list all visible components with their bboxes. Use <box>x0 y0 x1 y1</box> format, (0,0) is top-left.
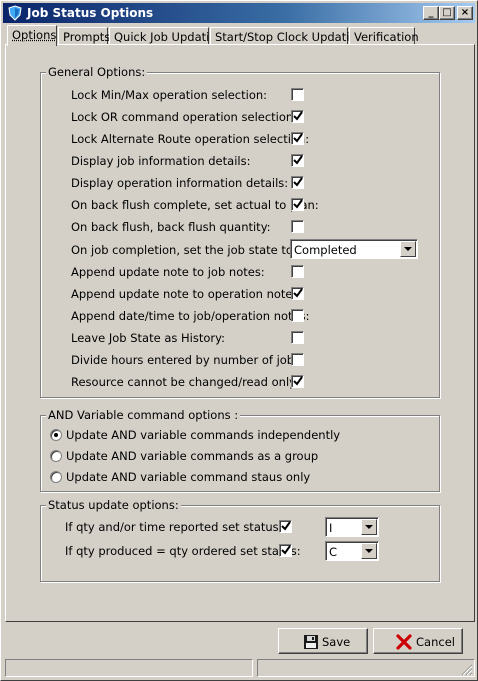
radio-label: Update AND variable commands independent… <box>66 428 341 442</box>
opt-label: Lock Alternate Route operation selection… <box>71 132 310 146</box>
general-options-group: General Options: Lock Min/Max operation … <box>40 65 440 398</box>
display-job-info-checkbox[interactable] <box>291 154 304 167</box>
checkmark-icon <box>293 133 303 143</box>
save-button[interactable]: Save <box>278 628 368 654</box>
checkmark-icon <box>293 155 303 165</box>
chevron-down-icon[interactable] <box>361 543 377 559</box>
opt-label: Leave Job State as History: <box>71 331 225 345</box>
status-row-label: If qty and/or time reported set status: <box>65 520 283 534</box>
radio-selected-dot <box>54 433 58 437</box>
produced-status-select[interactable]: C <box>325 541 379 561</box>
and-variable-legend: AND Variable command options : <box>46 408 241 422</box>
opt-label: On job completion, set the job state to: <box>71 243 297 257</box>
window-title: Job Status Options <box>27 6 154 20</box>
tab-quick-job-updating[interactable]: Quick Job Updating <box>109 27 224 45</box>
opt-label: On back flush, back flush quantity: <box>71 220 271 234</box>
lock-or-command-checkbox[interactable] <box>291 110 304 123</box>
append-note-operation-checkbox[interactable] <box>291 287 304 300</box>
status-bar-cell-right <box>257 659 475 677</box>
status-update-group: Status update options: If qty and/or tim… <box>40 498 440 582</box>
red-x-icon <box>396 634 412 650</box>
back-flush-actual-to-plan-checkbox[interactable] <box>291 198 304 211</box>
cancel-label: Cancel <box>416 635 455 649</box>
job-status-options-window: Job Status Options _ □ × Options Prompts… <box>0 0 478 681</box>
reported-status-value: I <box>329 521 333 535</box>
qty-produced-checkbox[interactable] <box>279 544 292 557</box>
tab-options[interactable]: Options <box>7 25 57 46</box>
resource-read-only-checkbox[interactable] <box>291 375 304 388</box>
checkmark-icon <box>293 288 303 298</box>
opt-label: Append date/time to job/operation notes: <box>71 309 310 323</box>
opt-label: Resource cannot be changed/read only: <box>71 375 299 389</box>
produced-status-value: C <box>329 545 338 559</box>
radio-as-group[interactable] <box>50 450 62 462</box>
job-state-select[interactable]: Completed <box>290 239 418 259</box>
chevron-down-icon[interactable] <box>361 519 377 535</box>
qty-time-reported-checkbox[interactable] <box>279 520 292 533</box>
tab-verification[interactable]: Verification <box>349 27 419 45</box>
lock-alternate-route-checkbox[interactable] <box>291 132 304 145</box>
opt-label: Append update note to operation notes: <box>71 287 303 301</box>
reported-status-select[interactable]: I <box>325 517 379 537</box>
options-tab-panel: General Options: Lock Min/Max operation … <box>5 44 475 622</box>
opt-label: Divide hours entered by number of jobs: <box>71 353 304 367</box>
minimize-button[interactable]: _ <box>423 6 439 20</box>
opt-label: Lock Min/Max operation selection: <box>71 88 268 102</box>
checkmark-icon <box>281 545 291 555</box>
job-state-value: Completed <box>294 243 357 257</box>
leave-job-state-history-checkbox[interactable] <box>291 331 304 344</box>
append-datetime-checkbox[interactable] <box>291 309 304 322</box>
radio-independently[interactable] <box>50 429 62 441</box>
radio-label: Update AND variable commands as a group <box>66 449 319 463</box>
tab-strip: Options Prompts Quick Job Updating Start… <box>5 25 475 46</box>
save-label: Save <box>322 635 351 649</box>
status-row-label: If qty produced = qty ordered set status… <box>65 544 301 558</box>
resize-grip-icon[interactable] <box>461 664 473 676</box>
cancel-button[interactable]: Cancel <box>373 628 463 654</box>
opt-label: Display operation information details: <box>71 176 289 190</box>
opt-label: Lock OR command operation selection: <box>71 110 298 124</box>
radio-status-only[interactable] <box>50 471 62 483</box>
general-options-legend: General Options: <box>46 65 148 79</box>
status-update-legend: Status update options: <box>46 498 181 512</box>
floppy-disk-icon <box>304 635 318 649</box>
opt-label: Append update note to job notes: <box>71 265 265 279</box>
lock-min-max-checkbox[interactable] <box>291 88 304 101</box>
divide-hours-checkbox[interactable] <box>291 353 304 366</box>
app-shield-icon <box>8 5 22 21</box>
append-note-job-checkbox[interactable] <box>291 265 304 278</box>
back-flush-quantity-checkbox[interactable] <box>291 220 304 233</box>
and-variable-group: AND Variable command options : Update AN… <box>40 408 440 492</box>
status-bar-cell-left <box>5 659 253 677</box>
checkmark-icon <box>293 199 303 209</box>
checkmark-icon <box>293 177 303 187</box>
display-operation-info-checkbox[interactable] <box>291 176 304 189</box>
checkmark-icon <box>293 376 303 386</box>
opt-label: On back flush complete, set actual to pl… <box>71 198 319 212</box>
maximize-button[interactable]: □ <box>439 6 455 20</box>
radio-label: Update AND variable command staus only <box>66 470 311 484</box>
tab-prompts[interactable]: Prompts <box>58 27 110 45</box>
opt-label: Display job information details: <box>71 154 251 168</box>
tab-start-stop-clock-updating[interactable]: Start/Stop Clock Updating <box>210 27 364 45</box>
checkmark-icon <box>293 111 303 121</box>
chevron-down-icon[interactable] <box>400 241 416 257</box>
title-bar[interactable]: Job Status Options _ □ × <box>3 3 475 23</box>
close-button[interactable]: × <box>457 6 473 20</box>
checkmark-icon <box>281 521 291 531</box>
